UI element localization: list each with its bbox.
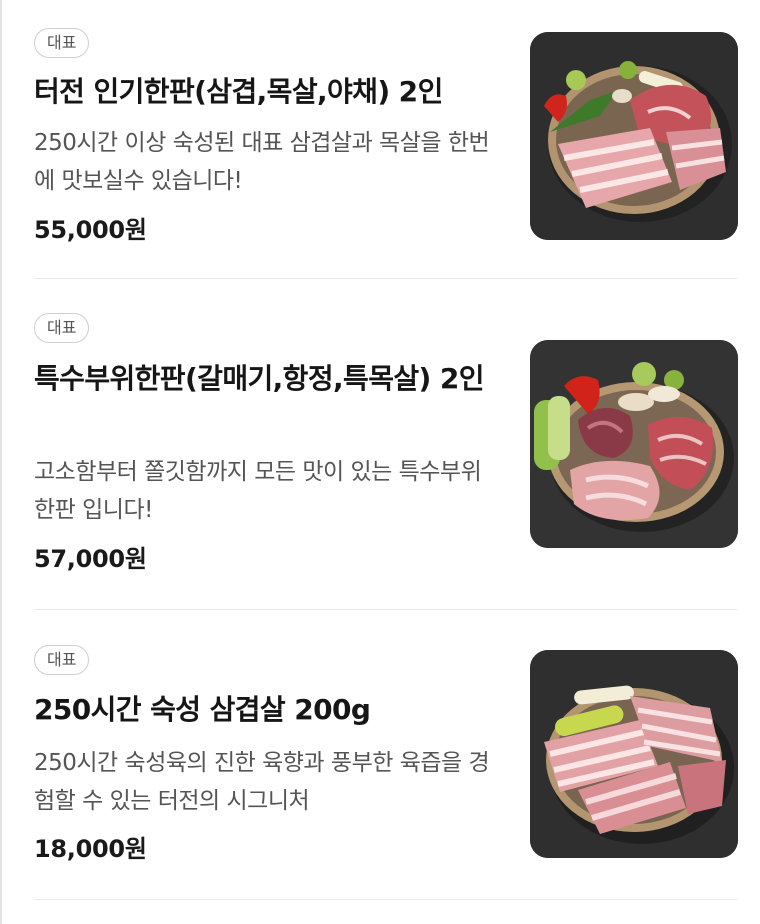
menu-item-description: 고소함부터 쫄깃함까지 모든 맛이 있는 특수부위 한판 입니다! (34, 459, 482, 523)
pork-platter-image[interactable] (530, 340, 738, 548)
menu-item-title: 특수부위한판(갈매기,항정,특목살) 2인 (34, 362, 485, 395)
menu-item[interactable]: 대표 특수부위한판(갈매기,항정,특목살) 2인 고소함부터 쫄깃함까지 모든 … (34, 279, 738, 610)
menu-item-description: 250시간 숙성육의 진한 육향과 풍부한 육즙을 경험할 수 있는 터전의 시… (34, 750, 490, 814)
menu-item-price: 55,000원 (34, 216, 147, 244)
menu-list: 대표 터전 인기한판(삼겹,목살,야채) 2인 250시간 이상 숙성된 대표 … (34, 0, 738, 900)
menu-item-title: 250시간 숙성 삼겹살 200g (34, 693, 371, 726)
signature-badge: 대표 (34, 28, 90, 58)
menu-item-price: 18,000원 (34, 835, 147, 863)
menu-item[interactable]: 대표 터전 인기한판(삼겹,목살,야채) 2인 250시간 이상 숙성된 대표 … (34, 0, 738, 279)
menu-item[interactable]: 대표 250시간 숙성 삼겹살 200g 250시간 숙성육의 진한 육향과 풍… (34, 610, 738, 900)
menu-item-description: 250시간 이상 숙성된 대표 삼겹살과 목살을 한번에 맛보실수 있습니다! (34, 130, 490, 194)
signature-badge: 대표 (34, 313, 90, 343)
signature-badge: 대표 (34, 645, 90, 675)
left-border (0, 0, 2, 924)
item-divider (34, 899, 738, 900)
pork-platter-image[interactable] (530, 32, 738, 240)
menu-item-title: 터전 인기한판(삼겹,목살,야채) 2인 (34, 75, 443, 108)
menu-item-price: 57,000원 (34, 545, 147, 573)
pork-platter-image[interactable] (530, 650, 738, 858)
